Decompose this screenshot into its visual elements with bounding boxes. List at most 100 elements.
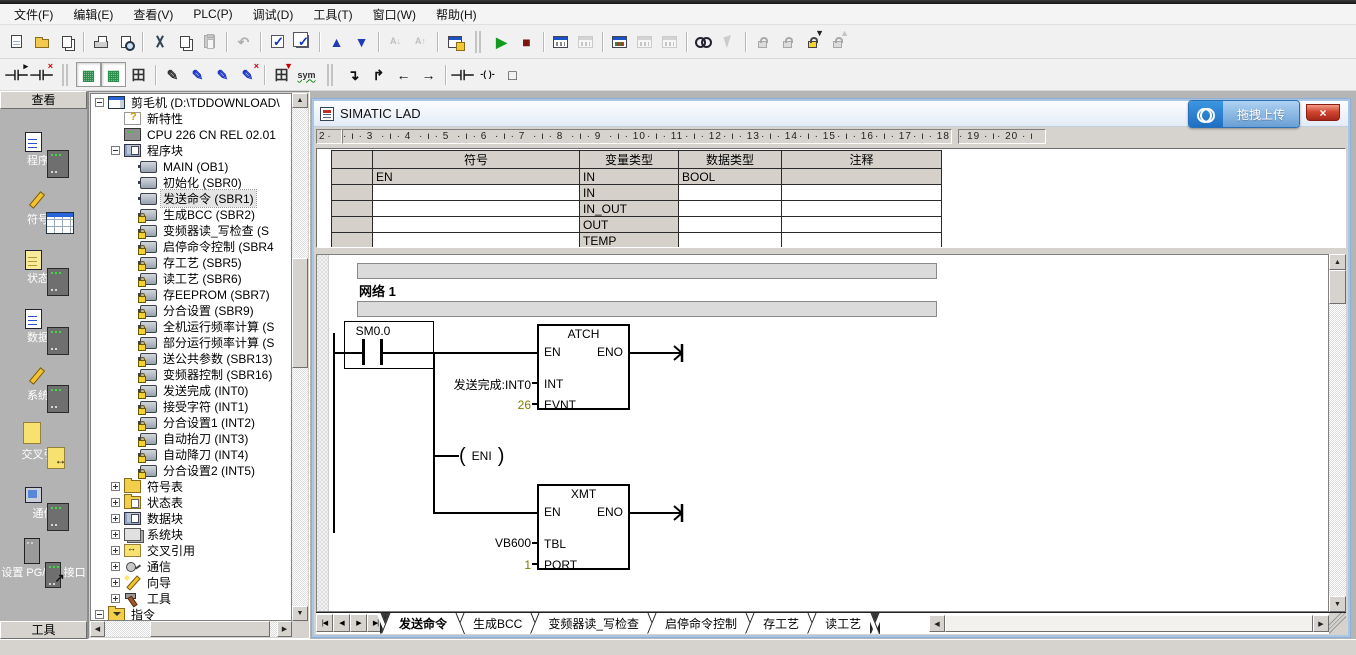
scroll-up-icon[interactable]: ▲ (292, 93, 308, 108)
scroll-right-icon[interactable]: ▶ (1313, 615, 1329, 632)
tree-item[interactable]: 分合设置 (SBR9) (91, 302, 291, 318)
pause-program-status-button[interactable] (573, 29, 598, 54)
view-bar-item-communications[interactable]: 通信 (0, 503, 87, 521)
project-tree[interactable]: 剪毛机 (D:\TDDOWNLOAD\新特性CPU 226 CN REL 02.… (90, 93, 292, 621)
scroll-right-icon[interactable]: ▶ (277, 621, 292, 637)
table-cell[interactable]: EN (373, 169, 580, 185)
menu-file[interactable]: 文件(F) (4, 4, 63, 25)
resize-grip[interactable] (1329, 613, 1346, 634)
view-bar-item-program-block[interactable]: 程序块 (0, 150, 87, 168)
tree-item[interactable]: 送公共参数 (SBR13) (91, 350, 291, 366)
tree-item[interactable]: 存工艺 (SBR5) (91, 254, 291, 270)
tree-item[interactable]: 发送完成 (INT0) (91, 382, 291, 398)
paste-button[interactable] (197, 29, 222, 54)
first-pou-button[interactable]: |◀ (316, 614, 333, 632)
table-cell[interactable]: IN (580, 185, 679, 201)
table-cell[interactable] (679, 185, 782, 201)
delete-element-button[interactable]: ⊣⊢× (29, 62, 54, 87)
pou-tab[interactable]: 发送命令 (381, 613, 465, 634)
view-bar-item-system-block[interactable]: 系统块 (0, 385, 87, 403)
pou-tab[interactable]: 变频器读_写检查 (530, 613, 657, 634)
read-all-forced-button[interactable]: ▲ (825, 29, 850, 54)
view-bar-item-symbol-table[interactable]: 符号表 (0, 209, 87, 227)
symbol-table-view-button[interactable]: 田▼ (269, 62, 294, 87)
copy-button[interactable] (172, 29, 197, 54)
atch-box[interactable]: ATCH EN ENO INT EVNT (537, 324, 630, 410)
pause-chart-status-button[interactable] (632, 29, 657, 54)
line-left-button[interactable]: ← (391, 62, 416, 87)
ladder-editor[interactable]: 网络 1 SM0.0 ATCH EN (316, 254, 1329, 612)
table-cell[interactable] (782, 185, 942, 201)
network-comment-bar[interactable] (357, 301, 937, 317)
save-all-button[interactable] (54, 29, 79, 54)
tree-item[interactable]: 剪毛机 (D:\TDDOWNLOAD\ (91, 94, 291, 110)
options-button[interactable] (442, 29, 467, 54)
tree-item[interactable]: 启停命令控制 (SBR4 (91, 238, 291, 254)
tree-item[interactable]: 部分运行频率计算 (S (91, 334, 291, 350)
row-header-cell[interactable] (332, 169, 373, 185)
menu-debug[interactable]: 调试(D) (243, 4, 304, 25)
sort-ascending-button[interactable]: A↓ (383, 29, 408, 54)
next-bookmark-button[interactable]: ✎ (185, 62, 210, 87)
new-button[interactable] (4, 29, 29, 54)
tabs-hscroll-thumb[interactable] (945, 615, 1313, 632)
tree-item[interactable]: 发送命令 (SBR1) (91, 190, 291, 206)
eni-coil[interactable]: ( ENI ) (459, 445, 504, 467)
pou-tab[interactable]: 启停命令控制 (647, 613, 755, 634)
compile-button[interactable] (265, 29, 290, 54)
view-bar-item-data-block[interactable]: 数据块 (0, 327, 87, 345)
collapse-icon[interactable] (95, 610, 104, 619)
toggle-bookmark-button[interactable]: ✎ (160, 62, 185, 87)
force-button[interactable] (750, 29, 775, 54)
row-header-cell[interactable] (332, 201, 373, 217)
tree-vscroll-thumb[interactable] (292, 258, 308, 368)
menu-edit[interactable]: 编辑(E) (63, 4, 123, 25)
table-cell[interactable]: OUT (580, 217, 679, 233)
table-cell[interactable]: IN (580, 169, 679, 185)
pou-comment-bar[interactable] (357, 263, 937, 279)
tree-item[interactable]: 读工艺 (SBR6) (91, 270, 291, 286)
next-pou-button[interactable]: ▶ (350, 614, 367, 632)
atch-evnt-operand[interactable]: 26 (327, 398, 531, 412)
table-cell[interactable]: IN_OUT (580, 201, 679, 217)
expand-icon[interactable] (111, 578, 120, 587)
tree-item[interactable]: 全机运行频率计算 (S (91, 318, 291, 334)
collapse-icon[interactable] (111, 146, 120, 155)
pou-tab[interactable]: 生成BCC (455, 613, 540, 634)
run-button[interactable]: ▶ (489, 29, 514, 54)
tree-item[interactable]: 交叉引用 (91, 542, 291, 558)
table-cell[interactable]: TEMP (580, 233, 679, 249)
tree-item[interactable]: CPU 226 CN REL 02.01 (91, 126, 291, 142)
tree-item[interactable]: 程序块 (91, 142, 291, 158)
line-down-button[interactable]: ↴ (341, 62, 366, 87)
expand-icon[interactable] (111, 514, 120, 523)
contact-button[interactable]: ⊣⊢ (450, 62, 475, 87)
previous-bookmark-button[interactable]: ✎ (210, 62, 235, 87)
view-bar-item-cross-reference[interactable]: ↔交叉引用 (0, 444, 87, 462)
compile-all-button[interactable] (290, 29, 315, 54)
scroll-down-icon[interactable]: ▼ (1329, 596, 1346, 612)
tree-vertical-scrollbar[interactable]: ▲ ▼ (292, 93, 308, 621)
expand-icon[interactable] (111, 594, 120, 603)
editor-vscroll-thumb[interactable] (1329, 270, 1346, 304)
expand-icon[interactable] (111, 530, 120, 539)
scroll-left-icon[interactable]: ◀ (90, 621, 105, 637)
expand-icon[interactable] (111, 562, 120, 571)
tree-item[interactable]: 接受字符 (INT1) (91, 398, 291, 414)
tree-item[interactable]: 工具 (91, 590, 291, 606)
tree-item[interactable]: 存EEPROM (SBR7) (91, 286, 291, 302)
tree-item[interactable]: 初始化 (SBR0) (91, 174, 291, 190)
table-cell[interactable]: BOOL (679, 169, 782, 185)
tree-item[interactable]: 通信 (91, 558, 291, 574)
scroll-up-icon[interactable]: ▲ (1329, 254, 1346, 270)
table-cell[interactable] (782, 201, 942, 217)
editor-vertical-scrollbar[interactable]: ▲ ▼ (1329, 254, 1346, 612)
trend-view-button[interactable] (657, 29, 682, 54)
force-all-button[interactable]: ▼ (800, 29, 825, 54)
line-right-button[interactable]: → (416, 62, 441, 87)
apply-symbols-button[interactable]: sym (294, 62, 319, 87)
tree-item[interactable]: 分合设置2 (INT5) (91, 462, 291, 478)
menu-plc[interactable]: PLC(P) (183, 5, 242, 23)
table-cell[interactable] (679, 233, 782, 249)
tree-item[interactable]: 变频器读_写检查 (S (91, 222, 291, 238)
